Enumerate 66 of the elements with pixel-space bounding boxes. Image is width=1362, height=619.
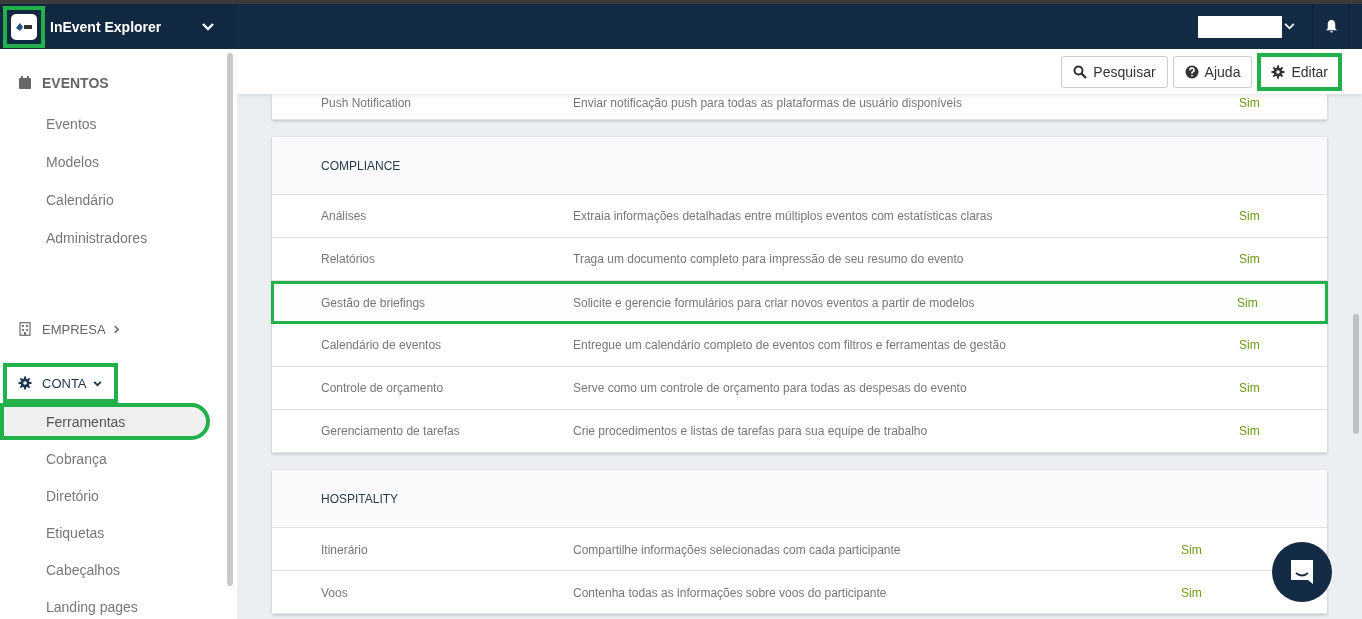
feature-description: Traga um documento completo para impressão de seu resumo do evento bbox=[573, 252, 965, 266]
feature-row[interactable]: Calendário de eventos Entregue um calendário completo de eventos com filtros e ferramentas de gestão Sim bbox=[272, 324, 1327, 367]
feature-description: Extraia informações detalhadas entre múltiplos eventos com estatísticas claras bbox=[573, 209, 994, 223]
feature-description: Crie procedimentos e listas de tarefas para sua equipe de trabalho bbox=[573, 424, 929, 438]
card-title: HOSPITALITY bbox=[272, 470, 1327, 528]
sidebar-item[interactable]: Cabeçalhos bbox=[0, 551, 225, 588]
feature-status: Sim bbox=[1181, 585, 1203, 600]
sidebar-item[interactable]: Etiquetas bbox=[0, 514, 225, 551]
feature-status: Sim bbox=[1239, 252, 1261, 266]
chevron-down-icon bbox=[92, 378, 102, 388]
feature-row[interactable]: Gestão de briefings Solicite e gerencie formulários para criar novos eventos a partir de modelos Sim bbox=[271, 281, 1328, 324]
feature-description: Contenha todas as informações sobre voos do participante bbox=[573, 585, 888, 600]
settings-icon bbox=[1271, 64, 1286, 79]
feature-status: Sim bbox=[1239, 338, 1261, 352]
feature-name: Gerenciamento de tarefas bbox=[321, 424, 461, 438]
sidebar-item[interactable]: Administradores bbox=[0, 219, 225, 257]
feature-name: Controle de orçamento bbox=[321, 381, 445, 395]
feature-row[interactable]: Push Notification Enviar notificação push para todas as plataformas de usuário disponíveis Sim bbox=[272, 94, 1327, 120]
feature-name: Push Notification bbox=[321, 96, 413, 110]
section-toggle[interactable]: EMPRESA bbox=[0, 315, 135, 343]
logo[interactable] bbox=[3, 5, 45, 48]
feature-row[interactable]: Análises Extraia informações detalhadas entre múltiplos eventos com estatísticas claras Sim bbox=[272, 195, 1327, 238]
section-toggle[interactable]: CONTA bbox=[3, 363, 118, 403]
app-name: InEvent Explorer bbox=[50, 18, 162, 35]
sidebar-item[interactable]: Diretório bbox=[0, 477, 225, 514]
sidebar-item[interactable]: Ferramentas bbox=[0, 403, 210, 440]
feature-row[interactable]: Gerenciamento de tarefas Crie procedimentos e listas de tarefas para sua equipe de trabalho Sim bbox=[272, 410, 1327, 453]
help-button[interactable]: Ajuda bbox=[1172, 55, 1253, 88]
feature-description: Serve como um controle de orçamento para todas as despesas do evento bbox=[573, 381, 968, 395]
feature-status: Sim bbox=[1237, 295, 1259, 310]
chevron-right-icon bbox=[111, 324, 121, 334]
sidebar-item[interactable]: Modelos bbox=[0, 143, 225, 181]
feature-name: Calendário de eventos bbox=[321, 338, 443, 352]
search-button[interactable]: Pesquisar bbox=[1061, 55, 1168, 88]
feature-name: Gestão de briefings bbox=[321, 295, 427, 310]
chevron-down-icon[interactable] bbox=[202, 22, 214, 31]
feature-status: Sim bbox=[1239, 381, 1261, 395]
question-mark-icon bbox=[1184, 64, 1199, 79]
feature-status: Sim bbox=[1181, 542, 1203, 557]
feature-name: Itinerário bbox=[321, 542, 369, 557]
feature-status: Sim bbox=[1239, 424, 1261, 438]
section-heading: EVENTOS bbox=[0, 69, 123, 97]
chevron-down-icon[interactable] bbox=[1284, 23, 1295, 30]
feature-description: Enviar notificação push para todas as plataformas de usuário disponíveis bbox=[573, 96, 963, 110]
scrollbar[interactable] bbox=[227, 53, 233, 586]
sidebar-item[interactable]: Landing pages bbox=[0, 588, 225, 619]
sidebar-item[interactable]: Cobrança bbox=[0, 440, 225, 477]
feature-description: Entregue um calendário completo de eventos com filtros e ferramentas de gestão bbox=[573, 338, 1007, 352]
feature-status: Sim bbox=[1239, 209, 1261, 223]
settings-button[interactable]: Editar bbox=[1257, 52, 1342, 91]
feature-row[interactable]: Controle de orçamento Serve como um controle de orçamento para todas as despesas do evento Sim bbox=[272, 367, 1327, 410]
feature-status: Sim bbox=[1239, 96, 1261, 110]
sidebar-item[interactable]: Calendário bbox=[0, 181, 225, 219]
feature-name: Análises bbox=[321, 209, 368, 223]
building-icon bbox=[18, 322, 32, 336]
calendar-icon bbox=[18, 76, 32, 90]
gear-icon bbox=[18, 376, 32, 390]
feature-description: Compartilhe informações selecionadas com cada participante bbox=[573, 542, 902, 557]
card-title: COMPLIANCE bbox=[272, 137, 1327, 195]
sidebar-item[interactable]: Eventos bbox=[0, 105, 225, 143]
search-icon bbox=[1073, 64, 1088, 79]
logo-icon bbox=[11, 13, 37, 40]
feature-name: Relatórios bbox=[321, 252, 377, 266]
scrollbar[interactable] bbox=[1353, 314, 1359, 434]
feature-name: Voos bbox=[321, 585, 349, 600]
feature-description: Solicite e gerencie formulários para criar novos eventos a partir de modelos bbox=[573, 295, 976, 310]
